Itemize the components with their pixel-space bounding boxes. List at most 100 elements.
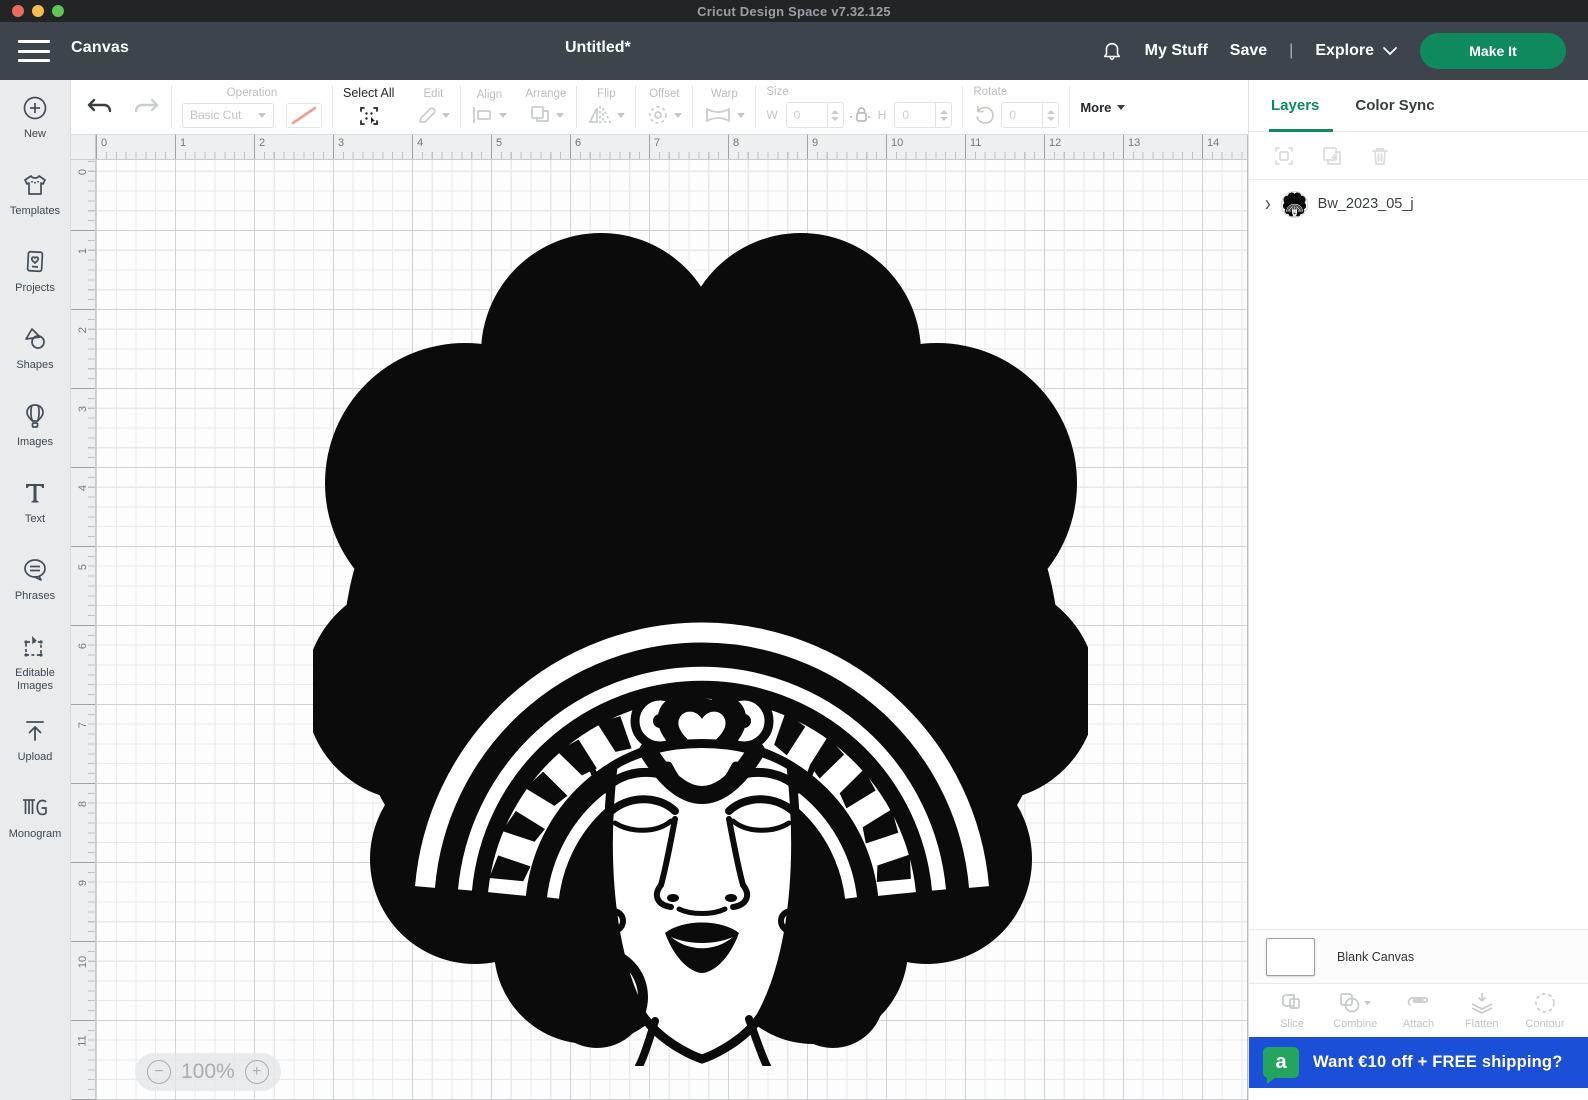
warp-icon (703, 104, 733, 126)
ruler-number: 11 (71, 1029, 95, 1100)
sidebar-item-editable-images[interactable]: Editable Images (0, 633, 71, 717)
layers-panel: Layers Color Sync › Bw_2023_05_j Blank C… (1248, 80, 1588, 1100)
sidebar-item-monogram[interactable]: Monogram (0, 794, 71, 871)
flatten-button[interactable]: Flatten (1453, 991, 1511, 1030)
explore-label: Explore (1315, 42, 1374, 60)
project-card-icon (21, 248, 49, 276)
sidebar-item-phrases[interactable]: Phrases (0, 556, 71, 633)
height-input[interactable]: 0 (894, 102, 952, 128)
ruler-number: 13 (1123, 135, 1202, 159)
zoom-control: − 100% + (135, 1053, 281, 1091)
ruler-number: 4 (71, 476, 95, 555)
minimize-window-button[interactable] (32, 5, 44, 17)
canvas-grid[interactable]: − 100% + (96, 160, 1247, 1100)
window-title: Cricut Design Space v7.32.125 (697, 4, 891, 19)
menu-icon[interactable] (18, 40, 50, 62)
combine-button[interactable]: Combine (1326, 991, 1384, 1030)
close-window-button[interactable] (12, 5, 24, 17)
explore-menu[interactable]: Explore (1315, 42, 1398, 60)
promo-text: Want €10 off + FREE shipping? (1313, 1053, 1563, 1072)
rotate-icon (973, 104, 997, 126)
warp-label: Warp (711, 88, 738, 100)
height-stepper[interactable] (935, 103, 951, 127)
select-all-icon[interactable] (357, 104, 381, 128)
make-it-button[interactable]: Make It (1420, 33, 1566, 69)
undo-icon[interactable] (85, 95, 115, 119)
ruler-number: 6 (570, 135, 649, 159)
offset-label: Offset (649, 88, 679, 100)
select-all-group: Select All (343, 82, 394, 132)
attach-button[interactable]: Attach (1390, 991, 1448, 1030)
canvas-artwork-afro-woman[interactable] (313, 221, 1088, 1066)
new-icon (21, 94, 49, 122)
layer-tools-row (1249, 132, 1588, 180)
upload-icon (21, 717, 49, 745)
sidebar-item-shapes[interactable]: Shapes (0, 325, 71, 402)
tab-color-sync[interactable]: Color Sync (1355, 97, 1434, 114)
tab-layers[interactable]: Layers (1271, 97, 1319, 114)
sidebar-item-templates[interactable]: Templates (0, 171, 71, 248)
arrange-menu-button[interactable] (528, 104, 564, 126)
flip-menu-button[interactable] (587, 104, 625, 126)
more-menu-button[interactable]: More (1080, 100, 1125, 115)
layer-thumbnail (1281, 191, 1308, 218)
lock-icon[interactable] (848, 104, 874, 126)
bell-icon[interactable] (1101, 39, 1123, 63)
rotate-group: Rotate 0 (973, 82, 1059, 132)
ruler-number: 5 (71, 555, 95, 634)
ruler-number: 10 (71, 950, 95, 1029)
height-label: H (878, 108, 887, 122)
contour-button[interactable]: Contour (1516, 991, 1574, 1030)
ruler-number: 1 (71, 239, 95, 318)
arrange-group: Arrange (525, 82, 566, 132)
text-icon (21, 479, 49, 507)
editable-images-icon (21, 633, 49, 661)
tshirt-icon (21, 171, 49, 199)
edit-menu-button[interactable] (416, 104, 450, 126)
sidebar-item-images[interactable]: Images (0, 402, 71, 479)
sidebar-item-text[interactable]: Text (0, 479, 71, 556)
layer-expand-chevron-icon[interactable]: › (1265, 191, 1271, 217)
my-stuff-link[interactable]: My Stuff (1145, 42, 1208, 60)
pencil-icon (416, 104, 438, 126)
material-color-swatch[interactable] (286, 103, 322, 128)
zoom-out-button[interactable]: − (147, 1060, 171, 1084)
group-select-icon[interactable] (1273, 145, 1295, 167)
operation-select[interactable]: Basic Cut (182, 103, 274, 128)
align-label: Align (477, 89, 503, 101)
blank-canvas-thumbnail[interactable] (1266, 938, 1315, 976)
ruler-number: 11 (965, 135, 1044, 159)
sidebar-item-new[interactable]: New (0, 94, 71, 171)
left-sidebar: New Templates Projects Shapes Images Tex… (0, 80, 71, 1100)
slice-button[interactable]: Slice (1263, 991, 1321, 1030)
app-header: Canvas Untitled* My Stuff Save | Explore… (0, 22, 1588, 80)
ruler-number: 6 (71, 634, 95, 713)
align-menu-button[interactable] (471, 105, 507, 125)
ruler-number: 3 (333, 135, 412, 159)
warp-menu-button[interactable] (703, 104, 745, 126)
width-input[interactable]: 0 (786, 102, 844, 128)
sidebar-item-upload[interactable]: Upload (0, 717, 71, 794)
zoom-in-button[interactable]: + (245, 1060, 269, 1084)
combine-icon (1338, 991, 1372, 1015)
sidebar-item-projects[interactable]: Projects (0, 248, 71, 325)
more-label: More (1080, 100, 1111, 115)
save-link[interactable]: Save (1230, 42, 1267, 60)
document-title[interactable]: Untitled* (565, 39, 631, 57)
edit-toolbar: Operation Basic Cut Select All Edit Alig… (71, 80, 1248, 135)
offset-menu-button[interactable] (646, 104, 682, 126)
offset-icon (646, 104, 670, 126)
trash-icon[interactable] (1369, 145, 1391, 167)
blank-canvas-label: Blank Canvas (1337, 950, 1414, 964)
promo-banner[interactable]: a Want €10 off + FREE shipping? (1249, 1037, 1588, 1088)
canvas-nav-label[interactable]: Canvas (71, 39, 129, 57)
attach-icon (1404, 991, 1434, 1015)
redo-icon[interactable] (131, 95, 161, 119)
rotate-input[interactable]: 0 (1001, 102, 1059, 128)
rotate-stepper[interactable] (1042, 103, 1058, 127)
zoom-window-button[interactable] (52, 5, 64, 17)
duplicate-icon[interactable] (1321, 145, 1343, 167)
width-stepper[interactable] (827, 103, 843, 127)
layer-list-item[interactable]: › Bw_2023_05_j (1249, 180, 1588, 228)
promo-logo-icon: a (1263, 1047, 1299, 1078)
